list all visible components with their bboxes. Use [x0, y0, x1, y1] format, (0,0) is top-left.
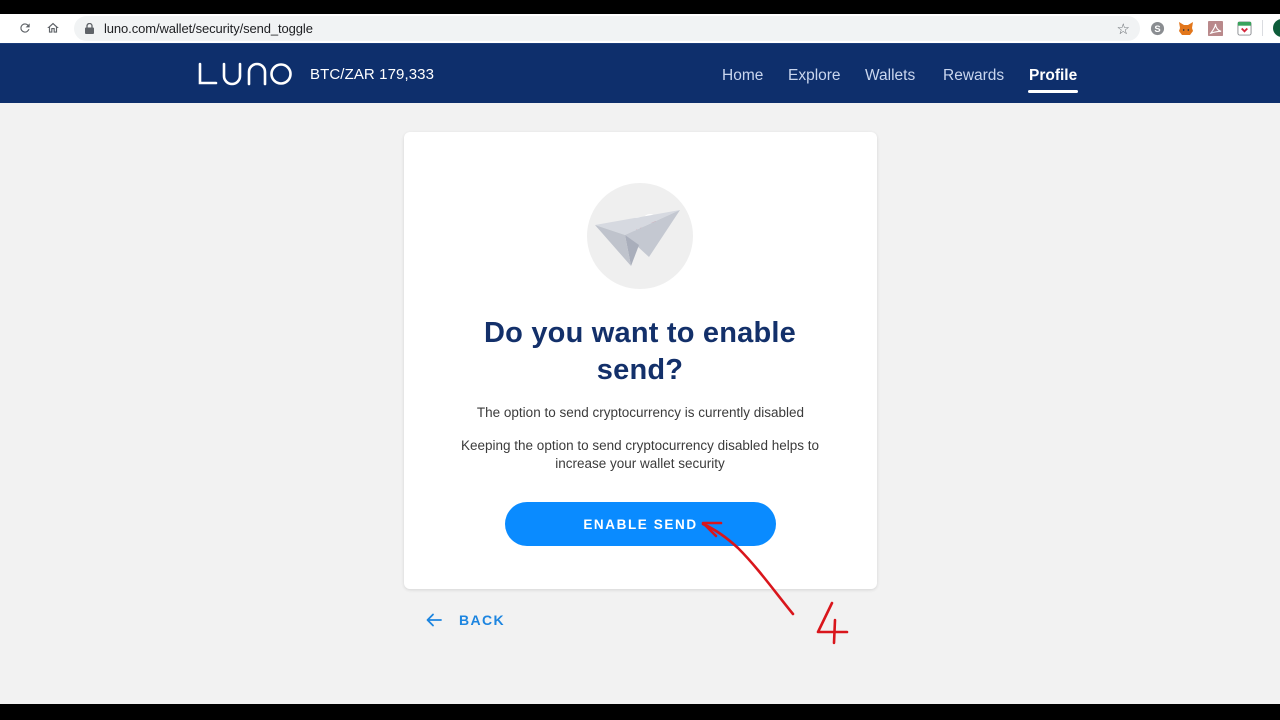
svg-text:S: S	[1154, 23, 1160, 33]
arrow-left-icon	[426, 612, 442, 628]
nav-wallets[interactable]: Wallets	[865, 67, 915, 85]
dialog-title: Do you want to enable send?	[484, 317, 796, 386]
security-description: Keeping the option to send cryptocurrenc…	[461, 438, 819, 471]
nav-rewards[interactable]: Rewards	[943, 67, 1004, 85]
page-content: R Do you want to enable send? The option…	[0, 103, 1280, 704]
site-header: BTC/ZAR 179,333 Home Explore Wallets Rew…	[0, 43, 1280, 103]
back-label: BACK	[459, 612, 506, 628]
bookmark-star-icon[interactable]: ☆	[1117, 20, 1130, 38]
btc-zar-ticker: BTC/ZAR 179,333	[310, 66, 435, 83]
screen-top-border	[0, 0, 1280, 14]
nav-explore[interactable]: Explore	[788, 67, 841, 85]
browser-toolbar: luno.com/wallet/security/send_toggle ☆ S	[0, 14, 1280, 43]
active-nav-indicator	[1028, 90, 1078, 93]
nav-home[interactable]: Home	[722, 67, 763, 85]
url-text: luno.com/wallet/security/send_toggle	[104, 21, 313, 36]
enable-send-button[interactable]: ENABLE SEND	[505, 502, 776, 546]
pocket-icon[interactable]	[1236, 20, 1252, 36]
pdf-icon[interactable]	[1207, 20, 1223, 36]
home-icon[interactable]	[45, 20, 61, 36]
profile-avatar[interactable]	[1273, 19, 1280, 37]
luno-logo[interactable]	[198, 62, 292, 91]
screen-bottom-border	[0, 704, 1280, 720]
paper-plane-icon: R	[595, 210, 680, 266]
address-bar[interactable]: luno.com/wallet/security/send_toggle ☆	[74, 16, 1140, 41]
nav-profile[interactable]: Profile	[1029, 67, 1077, 85]
status-description: The option to send cryptocurrency is cur…	[476, 405, 805, 420]
toolbar-separator	[1262, 20, 1263, 36]
luno-logo-mark	[198, 62, 292, 86]
metamask-icon[interactable]	[1178, 20, 1194, 36]
skype-icon[interactable]: S	[1149, 20, 1165, 36]
paper-plane-illustration: R	[587, 183, 693, 289]
lock-icon	[84, 23, 94, 35]
back-link[interactable]: BACK	[426, 612, 505, 628]
reload-icon[interactable]	[17, 20, 33, 36]
enable-send-card: R Do you want to enable send? The option…	[404, 132, 877, 589]
